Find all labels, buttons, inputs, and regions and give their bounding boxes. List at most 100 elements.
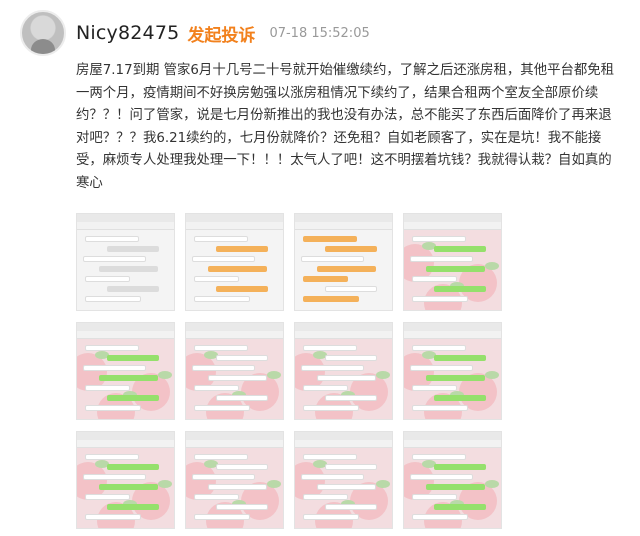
phone-status-bar xyxy=(295,432,392,440)
chat-title-bar xyxy=(186,222,283,230)
chat-title-bar xyxy=(186,331,283,339)
chat-bubble xyxy=(216,504,269,510)
chat-bubble xyxy=(303,276,348,282)
chat-bubble xyxy=(85,405,141,411)
chat-bubble xyxy=(412,405,468,411)
leaf-decoration xyxy=(376,371,390,379)
chat-bubble xyxy=(85,494,130,500)
gallery-image-3[interactable] xyxy=(294,213,393,311)
chat-bubble xyxy=(85,514,141,520)
chat-title-bar xyxy=(186,440,283,448)
chat-bubble xyxy=(85,236,139,242)
gallery-image-9[interactable] xyxy=(76,431,175,529)
phone-status-bar xyxy=(186,432,283,440)
chat-bubble xyxy=(107,286,160,292)
chat-title-bar xyxy=(295,440,392,448)
chat-bubble xyxy=(426,484,486,490)
chat-bubble xyxy=(194,276,239,282)
post-timestamp: 07-18 15:52:05 xyxy=(269,25,370,41)
chat-bubble xyxy=(99,484,159,490)
chat-bubble xyxy=(434,464,487,470)
chat-bubble xyxy=(107,464,160,470)
chat-bubble xyxy=(216,246,269,252)
chat-bubble xyxy=(99,266,159,272)
chat-bubble xyxy=(208,375,268,381)
gallery-image-12[interactable] xyxy=(403,431,502,529)
phone-status-bar xyxy=(295,214,392,222)
chat-bubble xyxy=(216,286,269,292)
chat-bubble xyxy=(107,504,160,510)
phone-status-bar xyxy=(186,323,283,331)
chat-bubble xyxy=(325,246,378,252)
chat-bubble xyxy=(303,345,357,351)
chat-bubble xyxy=(303,405,359,411)
chat-bubble xyxy=(208,266,268,272)
gallery-image-10[interactable] xyxy=(185,431,284,529)
chat-bubble xyxy=(99,375,159,381)
chat-bubble xyxy=(410,256,473,262)
chat-bubble xyxy=(85,345,139,351)
chat-bubble xyxy=(107,355,160,361)
chat-bubble xyxy=(216,464,269,470)
chat-bubble xyxy=(434,246,487,252)
chat-bubble xyxy=(301,474,364,480)
chat-bubble xyxy=(107,395,160,401)
chat-bubble xyxy=(192,474,255,480)
phone-status-bar xyxy=(404,432,501,440)
leaf-decoration xyxy=(267,371,281,379)
chat-bubble xyxy=(194,296,250,302)
chat-bubble xyxy=(303,236,357,242)
user-avatar[interactable] xyxy=(20,10,66,56)
gallery-image-7[interactable] xyxy=(294,322,393,420)
leaf-decoration xyxy=(485,480,499,488)
complaint-action-label: 发起投诉 xyxy=(187,25,256,46)
chat-bubble xyxy=(194,405,250,411)
chat-bubble xyxy=(83,256,146,262)
chat-title-bar xyxy=(77,222,174,230)
phone-status-bar xyxy=(404,323,501,331)
gallery-image-11[interactable] xyxy=(294,431,393,529)
chat-bubble xyxy=(325,395,378,401)
chat-bubble xyxy=(194,345,248,351)
leaf-decoration xyxy=(485,371,499,379)
chat-bubble xyxy=(194,236,248,242)
chat-bubble xyxy=(303,494,348,500)
chat-bubble xyxy=(301,365,364,371)
chat-title-bar xyxy=(77,331,174,339)
leaf-decoration xyxy=(485,262,499,270)
chat-bubble xyxy=(192,256,255,262)
phone-status-bar xyxy=(77,323,174,331)
chat-bubble xyxy=(325,464,378,470)
chat-bubble xyxy=(216,355,269,361)
chat-bubble xyxy=(412,494,457,500)
chat-bubble xyxy=(303,296,359,302)
chat-bubble xyxy=(107,246,160,252)
chat-bubble xyxy=(303,514,359,520)
chat-bubble xyxy=(194,514,250,520)
gallery-image-1[interactable] xyxy=(76,213,175,311)
chat-bubble xyxy=(434,395,487,401)
chat-bubble xyxy=(317,484,377,490)
chat-bubble xyxy=(412,385,457,391)
username[interactable]: Nicy82475 xyxy=(76,22,179,44)
chat-bubble xyxy=(410,365,473,371)
leaf-decoration xyxy=(158,371,172,379)
chat-bubble xyxy=(412,276,457,282)
leaf-decoration xyxy=(376,480,390,488)
gallery-image-5[interactable] xyxy=(76,322,175,420)
chat-bubble xyxy=(412,514,468,520)
gallery-image-4[interactable] xyxy=(403,213,502,311)
chat-bubble xyxy=(434,355,487,361)
chat-bubble xyxy=(194,385,239,391)
phone-status-bar xyxy=(295,323,392,331)
gallery-image-6[interactable] xyxy=(185,322,284,420)
chat-bubble xyxy=(412,236,466,242)
chat-bubble xyxy=(194,494,239,500)
phone-status-bar xyxy=(186,214,283,222)
chat-bubble xyxy=(317,266,377,272)
gallery-image-2[interactable] xyxy=(185,213,284,311)
chat-bubble xyxy=(412,345,466,351)
chat-bubble xyxy=(426,266,486,272)
chat-bubble xyxy=(434,504,487,510)
gallery-image-8[interactable] xyxy=(403,322,502,420)
